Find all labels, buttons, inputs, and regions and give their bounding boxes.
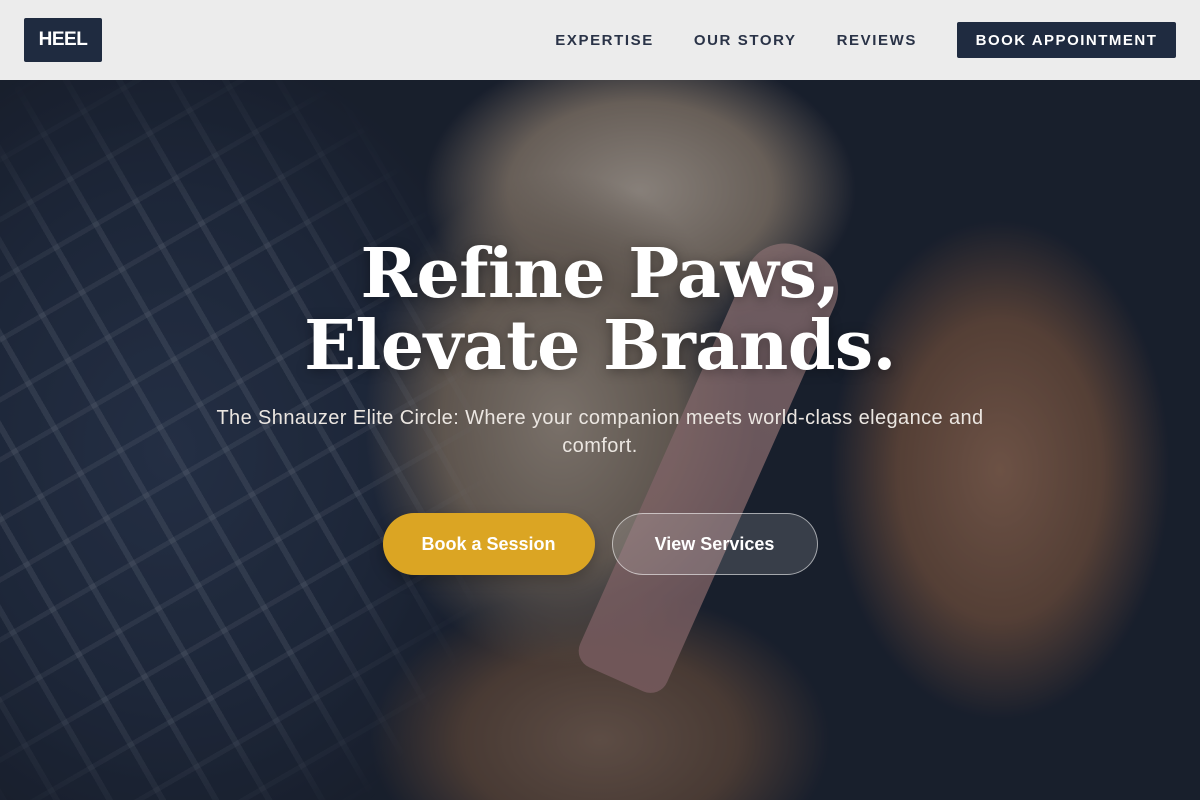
- landing-page: HEEL EXPERTISE OUR STORY REVIEWS BOOK AP…: [0, 0, 1200, 800]
- main-nav: EXPERTISE OUR STORY REVIEWS BOOK APPOINT…: [555, 22, 1176, 58]
- hero-title: Refine Paws, Elevate Brands.: [304, 234, 896, 386]
- nav-link-expertise[interactable]: EXPERTISE: [555, 32, 654, 49]
- nav-link-reviews[interactable]: REVIEWS: [837, 32, 917, 49]
- view-services-button[interactable]: View Services: [611, 513, 818, 575]
- hero-section: Refine Paws, Elevate Brands. The Shnauze…: [0, 238, 1200, 575]
- hero-actions: Book a Session View Services: [0, 513, 1200, 575]
- book-session-button[interactable]: Book a Session: [382, 513, 595, 575]
- nav-link-our-story[interactable]: OUR STORY: [694, 32, 797, 49]
- site-header: HEEL EXPERTISE OUR STORY REVIEWS BOOK AP…: [0, 0, 1200, 80]
- book-appointment-button[interactable]: BOOK APPOINTMENT: [957, 22, 1176, 58]
- hero-subtitle: The Shnauzer Elite Circle: Where your co…: [216, 407, 984, 457]
- brand-logo[interactable]: HEEL: [24, 18, 102, 62]
